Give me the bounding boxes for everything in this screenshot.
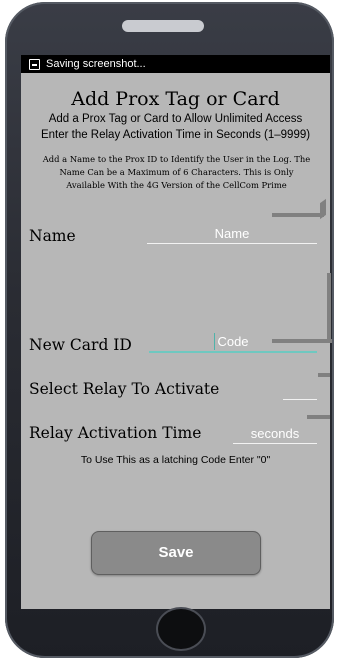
save-button[interactable]: Save xyxy=(91,531,261,575)
page-subtitle: Add a Prox Tag or Card to Allow Unlimite… xyxy=(48,113,303,125)
time-placeholder: seconds xyxy=(250,426,300,441)
name-placeholder: Name xyxy=(214,226,250,241)
page-title: Add Prox Tag or Card xyxy=(71,88,280,110)
app-screen: Saving screenshot... Add Prox Tag or Car… xyxy=(21,55,332,609)
home-button[interactable] xyxy=(158,609,204,649)
time-label: Relay Activation Time xyxy=(29,424,202,442)
connector-bar xyxy=(320,198,326,220)
note-line: Add a Name to the Prox ID to Identify th… xyxy=(42,154,311,164)
connector-bar xyxy=(327,273,331,343)
status-bar: Saving screenshot... xyxy=(21,55,330,73)
name-info-note: Add a Name to the Prox ID to Identify th… xyxy=(25,153,328,192)
latch-note: To Use This as a latching Code Enter "0" xyxy=(80,454,271,466)
card-id-input[interactable]: Code xyxy=(149,333,317,353)
relay-label: Select Relay To Activate xyxy=(29,380,220,398)
note-line: Name Can be a Maximum of 6 Characters. T… xyxy=(59,167,294,177)
name-input[interactable]: Name xyxy=(147,226,317,244)
name-label: Name xyxy=(29,227,76,245)
text-cursor xyxy=(214,333,215,350)
card-id-label: New Card ID xyxy=(29,336,132,354)
status-text: Saving screenshot... xyxy=(46,58,146,70)
card-id-placeholder: Code xyxy=(217,334,249,349)
connector-bar xyxy=(272,213,324,217)
connector-bar xyxy=(307,415,330,419)
speaker-grille xyxy=(122,20,204,32)
screenshot-icon xyxy=(29,59,40,70)
note-line: Available With the 4G Version of the Cel… xyxy=(66,180,287,190)
connector-bar xyxy=(272,339,332,343)
relay-input[interactable] xyxy=(283,382,317,400)
relay-time-hint: Enter the Relay Activation Time in Secon… xyxy=(40,129,311,141)
connector-bar xyxy=(318,373,330,377)
time-input[interactable]: seconds xyxy=(233,426,317,444)
phone-frame: Saving screenshot... Add Prox Tag or Car… xyxy=(5,2,334,658)
